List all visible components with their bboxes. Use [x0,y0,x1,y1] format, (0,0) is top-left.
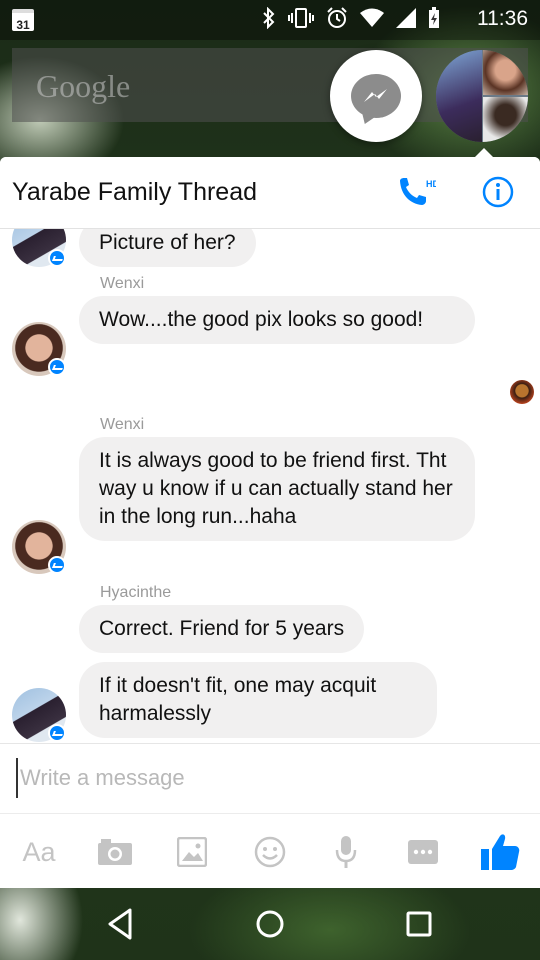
message-list[interactable]: Picture of her? Wenxi Wow....the good pi… [0,229,540,743]
group-avatar-photo-1 [436,50,482,142]
status-bar: 31 11:36 [0,0,540,40]
recents-icon[interactable] [399,904,439,944]
alarm-icon [326,6,348,34]
info-icon[interactable] [481,175,515,209]
calendar-day: 31 [16,18,30,32]
thread-title: Yarabe Family Thread [12,178,258,206]
hd-label: HD [426,179,436,189]
composer-toolbar: Aa [0,813,540,888]
group-thread-avatar[interactable] [436,50,528,142]
gallery-icon[interactable] [170,832,214,872]
message-bubble[interactable]: It is always good to be friend first. Th… [79,437,475,541]
like-icon[interactable] [478,832,522,872]
back-icon[interactable] [102,904,142,944]
chat-panel: Yarabe Family Thread HD Picture of her? … [0,157,540,888]
wifi-icon [360,8,384,33]
signal-icon [396,7,416,33]
group-avatar-photo-3 [483,97,528,142]
emoji-icon[interactable] [248,832,292,872]
bluetooth-icon [262,6,276,34]
messenger-badge-icon [48,556,66,574]
sender-name: Wenxi [100,416,145,433]
message-bubble[interactable]: Correct. Friend for 5 years [79,605,365,653]
messenger-badge-icon [48,724,66,742]
hd-call-icon[interactable]: HD [396,175,439,209]
thread-header: Yarabe Family Thread HD [0,157,540,229]
sender-name: Wenxi [100,275,145,292]
message-composer [0,743,540,813]
message-bubble[interactable]: Wow....the good pix looks so good! [79,296,475,344]
message-input[interactable] [16,758,516,798]
navigation-bar [0,888,540,960]
group-avatar-photo-2 [483,50,528,95]
message-bubble[interactable]: Picture of her? [79,229,256,267]
clock: 11:36 [477,7,528,30]
google-logo: Google [36,68,131,104]
message-bubble[interactable]: If it doesn't fit, one may acquit harmal… [79,662,437,738]
messenger-chat-head[interactable] [330,50,422,142]
vibrate-icon [288,7,314,34]
text-format-button[interactable]: Aa [17,832,61,872]
microphone-icon[interactable] [324,832,368,872]
messenger-badge-icon [48,249,66,267]
camera-icon[interactable] [93,832,137,872]
messenger-icon [351,74,401,118]
battery-charging-icon [428,6,440,34]
messenger-badge-icon [48,358,66,376]
home-icon[interactable] [250,904,290,944]
seen-indicator-avatar [510,380,534,404]
more-icon[interactable] [401,832,445,872]
sender-name: Hyacinthe [100,584,172,601]
calendar-icon: 31 [12,9,34,32]
